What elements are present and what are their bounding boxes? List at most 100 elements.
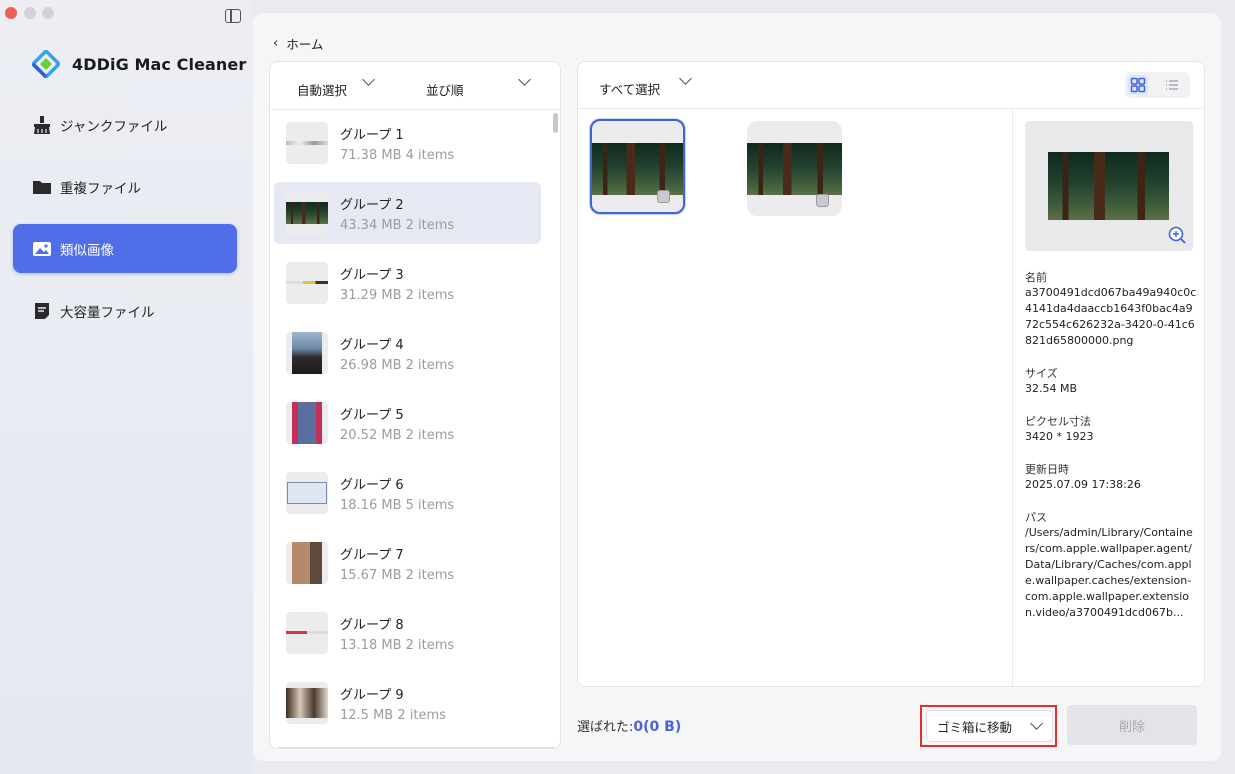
view-mode-switch (1125, 72, 1190, 98)
group-meta: 13.18 MB 2 items (340, 638, 455, 653)
sidebar-toggle-icon[interactable] (225, 9, 241, 23)
group-list-panel: 自動選択 並び順 グループ 1 71.38 MB 4 items グループ 2 … (269, 61, 561, 749)
image-thumbnail (592, 143, 683, 195)
size-label: サイズ (1025, 367, 1058, 380)
chevron-down-icon[interactable] (679, 72, 692, 85)
pixel-label: ピクセル寸法 (1025, 415, 1091, 428)
group-item[interactable]: グループ 8 13.18 MB 2 items (274, 602, 541, 664)
sidebar-item-label: 重複ファイル (60, 180, 141, 197)
group-thumbnail (286, 542, 328, 584)
group-item[interactable]: グループ 6 18.16 MB 5 items (274, 462, 541, 524)
sidebar-item-label: 類似画像 (60, 242, 114, 259)
group-name: グループ 4 (340, 338, 404, 353)
group-meta: 18.16 MB 5 items (340, 498, 455, 513)
logo-icon (32, 50, 60, 78)
document-icon (35, 302, 49, 319)
select-all-dropdown[interactable]: すべて選択 (599, 79, 660, 98)
group-item[interactable]: グループ 5 20.52 MB 2 items (274, 392, 541, 454)
name-value: a3700491dcd067ba49a940c0c4141da4daaccb16… (1025, 286, 1197, 347)
folder-icon (33, 180, 51, 194)
group-name: グループ 3 (340, 268, 404, 283)
group-thumbnail (286, 332, 328, 374)
minimize-window-button[interactable] (24, 7, 36, 19)
sidebar-item-duplicate-files[interactable]: 重複ファイル (13, 162, 237, 211)
sidebar: 4DDiG Mac Cleaner ジャンクファイル 重複ファイル 類似画像 大… (0, 0, 253, 774)
images-header: すべて選択 (578, 62, 1204, 109)
group-meta: 31.29 MB 2 items (340, 288, 455, 303)
path-label: パス (1025, 511, 1047, 524)
group-item[interactable]: グループ 2 43.34 MB 2 items (274, 182, 541, 244)
group-list-header: 自動選択 並び順 (270, 62, 560, 110)
group-meta: 20.52 MB 2 items (340, 428, 455, 443)
date-value: 2025.07.09 17:38:26 (1025, 478, 1141, 491)
sidebar-item-large-files[interactable]: 大容量ファイル (13, 286, 237, 335)
group-thumbnail (286, 472, 328, 514)
close-window-button[interactable] (5, 7, 17, 19)
group-meta: 43.34 MB 2 items (340, 218, 455, 233)
selected-label: 選ばれた: (577, 720, 634, 735)
group-name: グループ 6 (340, 478, 404, 493)
image-card[interactable] (590, 119, 685, 214)
group-name: グループ 2 (340, 198, 404, 213)
chevron-down-icon[interactable] (1030, 717, 1043, 730)
group-item[interactable]: グループ 9 12.5 MB 2 items (274, 672, 541, 734)
preview-image (1048, 152, 1169, 220)
image-card[interactable] (747, 121, 842, 216)
chevron-down-icon[interactable] (518, 73, 531, 86)
image-thumbnail (747, 143, 842, 195)
zoom-in-icon[interactable] (1167, 225, 1187, 245)
pixel-value: 3420 * 1923 (1025, 430, 1094, 443)
chevron-left-icon: ‹ (273, 36, 279, 51)
images-panel: すべて選択 名前 a3700491dcd067ba49a940c0c4141da… (577, 61, 1205, 687)
sort-dropdown[interactable]: 並び順 (426, 80, 464, 99)
back-to-home-link[interactable]: ‹ ホーム (273, 34, 323, 53)
app-logo: 4DDiG Mac Cleaner (32, 50, 246, 78)
image-icon (33, 241, 51, 256)
selected-summary: 選ばれた:0(0 B) (577, 716, 681, 735)
image-checkbox[interactable] (816, 194, 829, 207)
group-meta: 15.67 MB 2 items (340, 568, 455, 583)
auto-select-dropdown[interactable]: 自動選択 (297, 80, 347, 99)
scrollbar[interactable] (553, 113, 558, 133)
app-name: 4DDiG Mac Cleaner (72, 54, 247, 74)
group-name: グループ 1 (340, 128, 404, 143)
sidebar-item-junk-files[interactable]: ジャンクファイル (13, 100, 237, 149)
group-name: グループ 9 (340, 688, 404, 703)
group-item[interactable]: グループ 7 15.67 MB 2 items (274, 532, 541, 594)
trash-label: ゴミ箱に移動 (937, 719, 1013, 735)
group-item[interactable]: グループ 1 71.38 MB 4 items (274, 112, 541, 174)
image-details: 名前 a3700491dcd067ba49a940c0c4141da4daacc… (1012, 109, 1204, 686)
list-view-button[interactable] (1165, 78, 1179, 92)
group-thumbnail (286, 262, 328, 304)
image-checkbox[interactable] (657, 190, 670, 203)
list-icon (1166, 80, 1178, 90)
sidebar-item-label: 大容量ファイル (60, 304, 155, 321)
group-meta: 12.5 MB 2 items (340, 708, 446, 723)
group-item[interactable]: グループ 4 26.98 MB 2 items (274, 322, 541, 384)
grid-icon (1130, 77, 1146, 93)
image-preview (1025, 121, 1193, 251)
divider (278, 747, 554, 748)
group-meta: 26.98 MB 2 items (340, 358, 455, 373)
sidebar-item-similar-images[interactable]: 類似画像 (13, 224, 237, 273)
group-name: グループ 8 (340, 618, 404, 633)
group-item[interactable]: グループ 3 31.29 MB 2 items (274, 252, 541, 314)
back-label: ホーム (286, 37, 324, 52)
group-meta: 71.38 MB 4 items (340, 148, 455, 163)
group-thumbnail (286, 612, 328, 654)
broom-icon (34, 115, 50, 134)
size-value: 32.54 MB (1025, 382, 1078, 395)
selected-count: 0(0 B) (633, 719, 682, 735)
main-panel: ‹ ホーム 自動選択 並び順 グループ 1 71.38 MB 4 items グ… (253, 13, 1221, 761)
grid-view-button[interactable] (1128, 75, 1148, 95)
name-label: 名前 (1025, 271, 1047, 284)
chevron-down-icon[interactable] (362, 73, 375, 86)
group-thumbnail (286, 122, 328, 164)
delete-button[interactable]: 削除 (1067, 705, 1197, 745)
zoom-window-button[interactable] (42, 7, 54, 19)
group-name: グループ 5 (340, 408, 404, 423)
group-thumbnail (286, 682, 328, 724)
group-thumbnail (286, 192, 328, 234)
move-to-trash-dropdown[interactable]: ゴミ箱に移動 (926, 710, 1053, 742)
sidebar-item-label: ジャンクファイル (60, 118, 168, 135)
